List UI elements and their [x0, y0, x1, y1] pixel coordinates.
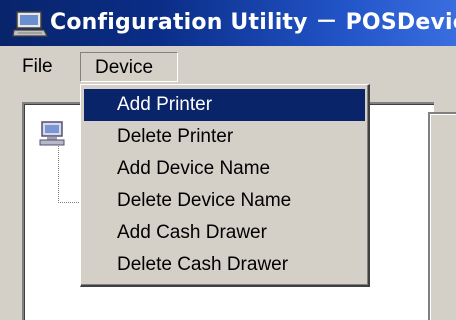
- menu-item-delete-cash-drawer[interactable]: Delete Cash Drawer: [84, 249, 365, 281]
- computer-icon: [12, 11, 48, 37]
- device-dropdown-menu: Add Printer Delete Printer Add Device Na…: [80, 84, 370, 287]
- menu-item-add-printer[interactable]: Add Printer: [84, 89, 365, 121]
- menu-item-delete-device-name[interactable]: Delete Device Name: [84, 185, 365, 217]
- application-window: Configuration Utility － POSDevic File De…: [0, 0, 456, 320]
- menu-bar: File Device: [0, 46, 456, 86]
- menu-device[interactable]: Device: [80, 52, 178, 82]
- menu-file[interactable]: File: [18, 52, 57, 82]
- menu-item-delete-printer[interactable]: Delete Printer: [84, 121, 365, 153]
- computer-icon[interactable]: [38, 120, 68, 146]
- title-bar[interactable]: Configuration Utility － POSDevic: [0, 0, 456, 46]
- menu-item-add-device-name[interactable]: Add Device Name: [84, 153, 365, 185]
- details-panel[interactable]: [428, 112, 456, 320]
- window-title: Configuration Utility － POSDevic: [50, 10, 456, 35]
- menu-item-add-cash-drawer[interactable]: Add Cash Drawer: [84, 217, 365, 249]
